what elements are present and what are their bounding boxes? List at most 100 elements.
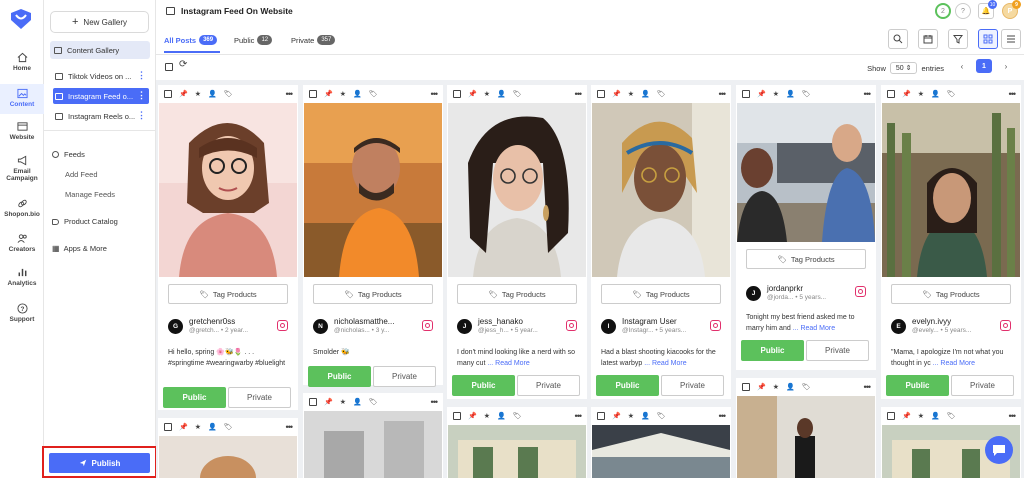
read-more-link[interactable]: ... Read More xyxy=(933,360,975,367)
rail-item-email-campaign[interactable]: Email Campaign xyxy=(0,155,44,182)
app-logo[interactable] xyxy=(9,7,33,31)
post-card[interactable]: 📌 ★ 👤 🏷 ••• 🏷 Tag Products G gretchenr0ss @gr… xyxy=(158,85,298,410)
post-card[interactable]: 📌 ★ 👤 🏷 ••• xyxy=(736,378,876,478)
new-gallery-button[interactable]: + New Gallery xyxy=(50,11,149,33)
post-card[interactable]: 📌 ★ 👤 🏷 ••• xyxy=(158,418,298,483)
calendar-button[interactable] xyxy=(918,29,938,49)
user-tag-icon[interactable]: 👤 xyxy=(353,90,362,98)
tag-icon[interactable]: 🏷 xyxy=(802,90,811,98)
search-button[interactable] xyxy=(888,29,908,49)
pin-icon[interactable]: 📌 xyxy=(612,412,621,420)
rail-item-content[interactable]: Content xyxy=(0,84,44,114)
tag-icon[interactable]: 🏷 xyxy=(657,412,666,420)
more-icon[interactable]: ••• xyxy=(286,422,294,432)
read-more-link[interactable]: ... Read More xyxy=(644,360,686,367)
chat-launcher-button[interactable] xyxy=(985,436,1013,464)
more-icon[interactable]: ••• xyxy=(286,89,294,99)
user-tag-icon[interactable]: 👤 xyxy=(786,90,795,98)
help-button[interactable]: ? xyxy=(955,3,971,19)
more-icon[interactable]: ••• xyxy=(1009,411,1017,421)
post-card[interactable]: 📌 ★ 👤 🏷 ••• 🏷 Tag Products N nicholasmatthe..… xyxy=(303,85,443,387)
public-button[interactable]: Public xyxy=(596,375,659,396)
next-page-button[interactable]: › xyxy=(998,59,1014,73)
entries-select[interactable]: 50 ⇕ xyxy=(889,62,918,74)
add-feed-link[interactable]: Add Feed xyxy=(65,170,98,179)
select-checkbox[interactable] xyxy=(887,412,895,420)
private-button[interactable]: Private xyxy=(373,366,436,387)
select-checkbox[interactable] xyxy=(164,423,172,431)
public-button[interactable]: Public xyxy=(163,387,226,408)
select-checkbox[interactable] xyxy=(453,412,461,420)
user-tag-icon[interactable]: 👤 xyxy=(641,90,650,98)
post-image[interactable] xyxy=(159,103,297,277)
user-tag-icon[interactable]: 👤 xyxy=(208,423,217,431)
post-image[interactable] xyxy=(882,103,1020,277)
more-icon[interactable]: ••• xyxy=(431,397,439,407)
pin-icon[interactable]: 📌 xyxy=(902,90,911,98)
tag-products-button[interactable]: 🏷 Tag Products xyxy=(168,284,288,304)
tag-products-button[interactable]: 🏷 Tag Products xyxy=(601,284,721,304)
pin-icon[interactable]: 📌 xyxy=(902,412,911,420)
rail-item-shopon-bio[interactable]: Shopon.bio xyxy=(0,198,44,218)
more-icon[interactable]: ••• xyxy=(864,89,872,99)
select-checkbox[interactable] xyxy=(309,90,317,98)
star-icon[interactable]: ★ xyxy=(195,423,201,431)
star-icon[interactable]: ★ xyxy=(484,90,490,98)
tag-products-button[interactable]: 🏷 Tag Products xyxy=(746,249,866,269)
post-image[interactable] xyxy=(304,411,442,478)
select-all-checkbox[interactable] xyxy=(165,63,173,71)
apps-more-item[interactable]: ▦ Apps & More xyxy=(52,244,107,253)
pin-icon[interactable]: 📌 xyxy=(612,90,621,98)
content-gallery-item[interactable]: Content Gallery xyxy=(50,41,150,59)
post-image[interactable] xyxy=(448,425,586,478)
private-button[interactable]: Private xyxy=(228,387,291,408)
private-button[interactable]: Private xyxy=(517,375,580,396)
tag-products-button[interactable]: 🏷 Tag Products xyxy=(457,284,577,304)
star-icon[interactable]: ★ xyxy=(918,90,924,98)
star-icon[interactable]: ★ xyxy=(340,398,346,406)
avatar[interactable]: P 9 xyxy=(1002,0,1021,19)
post-card[interactable]: 📌 ★ 👤 🏷 ••• xyxy=(303,393,443,478)
feeds-section[interactable]: Feeds xyxy=(52,150,85,159)
progress-indicator[interactable]: 2 xyxy=(935,3,951,19)
pin-icon[interactable]: 📌 xyxy=(179,90,188,98)
tab-all-posts[interactable]: All Posts 369 xyxy=(164,35,218,45)
post-card[interactable]: 📌 ★ 👤 🏷 ••• xyxy=(447,407,587,478)
user-tag-icon[interactable]: 👤 xyxy=(497,90,506,98)
tag-icon[interactable]: 🏷 xyxy=(513,90,522,98)
tag-icon[interactable]: 🏷 xyxy=(947,412,956,420)
more-icon[interactable]: ••• xyxy=(1009,89,1017,99)
select-checkbox[interactable] xyxy=(309,398,317,406)
select-checkbox[interactable] xyxy=(597,412,605,420)
tag-icon[interactable]: 🏷 xyxy=(224,423,233,431)
notifications-button[interactable]: 🔔 10 xyxy=(978,0,997,19)
select-checkbox[interactable] xyxy=(742,90,750,98)
tag-products-button[interactable]: 🏷 Tag Products xyxy=(891,284,1011,304)
star-icon[interactable]: ★ xyxy=(195,90,201,98)
pin-icon[interactable]: 📌 xyxy=(179,423,188,431)
star-icon[interactable]: ★ xyxy=(340,90,346,98)
pin-icon[interactable]: 📌 xyxy=(757,90,766,98)
rail-item-home[interactable]: Home xyxy=(0,52,44,72)
star-icon[interactable]: ★ xyxy=(628,90,634,98)
post-image[interactable] xyxy=(737,396,875,478)
gallery-item-instagram-reels[interactable]: Instagram Reels o... ⋮ xyxy=(53,108,149,124)
pin-icon[interactable]: 📌 xyxy=(468,412,477,420)
more-icon[interactable]: ••• xyxy=(719,89,727,99)
refresh-icon[interactable]: ⟳ xyxy=(179,59,187,70)
tag-icon[interactable]: 🏷 xyxy=(947,90,956,98)
more-icon[interactable]: ••• xyxy=(575,89,583,99)
rail-item-analytics[interactable]: Analytics xyxy=(0,267,44,287)
rail-item-support[interactable]: ? Support xyxy=(0,303,44,323)
tag-icon[interactable]: 🏷 xyxy=(369,90,378,98)
post-card[interactable]: 📌 ★ 👤 🏷 ••• 🏷 Tag Products I Instagram User @… xyxy=(591,85,731,399)
kebab-menu-icon[interactable]: ⋮ xyxy=(137,111,146,120)
select-checkbox[interactable] xyxy=(887,90,895,98)
tag-icon[interactable]: 🏷 xyxy=(802,383,811,391)
tag-icon[interactable]: 🏷 xyxy=(369,398,378,406)
tag-products-button[interactable]: 🏷 Tag Products xyxy=(313,284,433,304)
publish-button[interactable]: Publish xyxy=(49,453,150,473)
post-image[interactable] xyxy=(159,436,297,483)
product-catalog-item[interactable]: Product Catalog xyxy=(52,217,118,226)
post-image[interactable] xyxy=(304,103,442,277)
